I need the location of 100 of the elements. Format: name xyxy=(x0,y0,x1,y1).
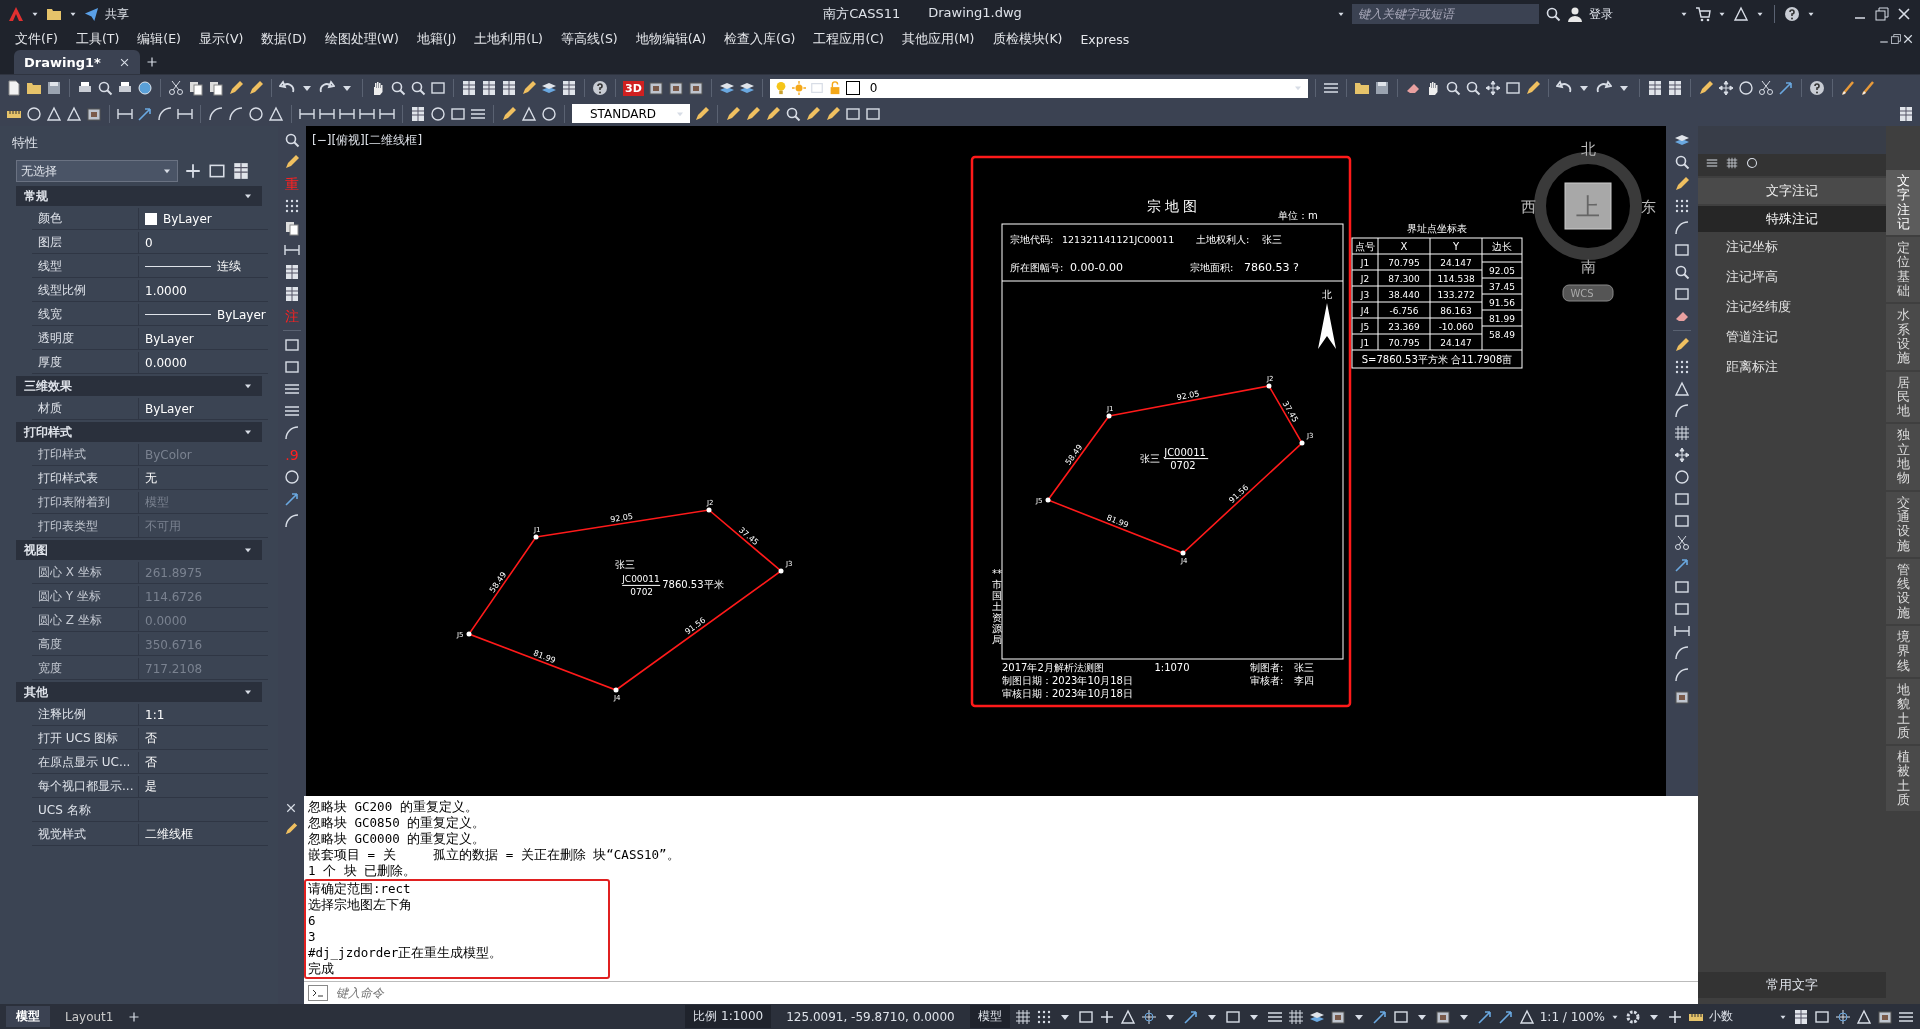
pencil-icon[interactable] xyxy=(765,105,781,122)
menu-item[interactable]: 地物编辑(A) xyxy=(626,30,715,48)
property-value[interactable]: 1.0000 xyxy=(139,280,263,301)
square-icon[interactable] xyxy=(845,105,861,122)
menu-item[interactable]: Express xyxy=(1071,31,1139,47)
copy-icon[interactable] xyxy=(284,220,300,236)
table-icon[interactable] xyxy=(481,80,497,96)
layout-tab[interactable]: 模型 xyxy=(6,1006,50,1027)
property-value[interactable]: ByLayer xyxy=(139,328,263,349)
arrow-icon[interactable] xyxy=(1674,557,1690,573)
category-tab[interactable]: 水系设施 xyxy=(1886,304,1920,370)
arrow-icon[interactable] xyxy=(137,105,153,122)
share-icon[interactable] xyxy=(84,6,99,22)
table-icon[interactable] xyxy=(1666,80,1683,96)
category-tab[interactable]: 植被土质 xyxy=(1886,746,1920,812)
table-icon[interactable] xyxy=(461,80,477,96)
square-icon[interactable] xyxy=(1674,579,1690,595)
move-icon[interactable] xyxy=(1674,447,1690,463)
arrow-icon[interactable] xyxy=(1777,80,1794,96)
property-value[interactable]: 1:1 xyxy=(139,704,263,725)
text-style-dropdown[interactable]: STANDARD xyxy=(572,104,690,123)
section-header[interactable]: 三维效果 xyxy=(16,376,262,396)
circle-icon[interactable] xyxy=(26,105,42,122)
dots-icon[interactable] xyxy=(1674,198,1690,214)
folder-icon[interactable] xyxy=(46,6,62,22)
login-link[interactable]: 登录 xyxy=(1589,5,1613,23)
user-icon[interactable] xyxy=(1567,6,1583,22)
lines-icon[interactable] xyxy=(284,403,300,419)
menu-item[interactable]: 绘图处理(W) xyxy=(315,30,408,48)
property-value[interactable]: ByLayer xyxy=(139,208,263,229)
arrow-icon[interactable] xyxy=(1476,1008,1493,1025)
triangle-icon[interactable] xyxy=(521,105,537,122)
square-icon[interactable] xyxy=(1674,242,1690,258)
close-icon[interactable] xyxy=(1902,33,1914,45)
arc-icon[interactable] xyxy=(284,513,300,529)
menu-item[interactable]: 等高线(S) xyxy=(552,30,627,48)
square-icon[interactable] xyxy=(1814,1008,1830,1025)
compass-label[interactable]: 西 xyxy=(1520,198,1536,216)
plus-icon[interactable] xyxy=(128,1010,141,1023)
category-tab[interactable]: 居民地 xyxy=(1886,371,1920,423)
arc-icon[interactable] xyxy=(228,105,244,122)
menu-item[interactable]: 地籍(J) xyxy=(407,30,466,48)
circle-icon[interactable] xyxy=(1674,469,1690,485)
help-icon[interactable] xyxy=(592,80,608,96)
cube-icon[interactable] xyxy=(86,105,102,122)
folder-icon[interactable] xyxy=(26,80,42,96)
arrow-icon[interactable] xyxy=(1182,1008,1199,1025)
dots-icon[interactable] xyxy=(1674,359,1690,375)
dimension-icon[interactable] xyxy=(1674,623,1690,639)
dimension-icon[interactable] xyxy=(284,242,300,258)
section-header[interactable]: 常规 xyxy=(16,186,262,206)
move-icon[interactable] xyxy=(1484,80,1501,96)
section-header[interactable]: 视图 xyxy=(16,540,262,560)
property-value[interactable]: 否 xyxy=(139,728,263,749)
property-value[interactable]: 连续 xyxy=(139,256,263,277)
logo-icon[interactable] xyxy=(8,6,24,22)
square-icon[interactable] xyxy=(208,162,226,180)
table-icon[interactable] xyxy=(1646,80,1663,96)
search-icon[interactable] xyxy=(97,80,113,96)
menu-item[interactable]: 显示(V) xyxy=(190,30,253,48)
search-icon[interactable] xyxy=(410,80,426,96)
search-icon[interactable] xyxy=(390,80,406,96)
close-icon[interactable] xyxy=(285,802,297,814)
search-icon[interactable] xyxy=(1444,80,1461,96)
prompt-icon[interactable] xyxy=(308,985,328,1001)
compass-label[interactable]: 北 xyxy=(1580,140,1596,158)
layers-icon[interactable] xyxy=(541,80,557,96)
circle-icon[interactable] xyxy=(1746,157,1758,169)
pencil-icon[interactable] xyxy=(284,822,298,836)
table-icon[interactable] xyxy=(1898,105,1914,122)
table-icon[interactable] xyxy=(284,286,300,302)
arrow-icon[interactable] xyxy=(1371,1008,1388,1025)
property-value[interactable]: ByLayer xyxy=(139,398,263,419)
triangle-icon[interactable] xyxy=(1518,1008,1535,1025)
category-tab[interactable]: 交通设施 xyxy=(1886,491,1920,557)
share-label[interactable]: 共享 xyxy=(105,5,129,23)
square-icon[interactable] xyxy=(284,359,300,375)
close-icon[interactable] xyxy=(1896,6,1912,22)
table-icon[interactable] xyxy=(501,80,517,96)
3d-button[interactable]: 3D xyxy=(623,80,644,96)
brush-icon[interactable] xyxy=(1859,80,1876,96)
brush-icon[interactable] xyxy=(1839,80,1856,96)
pencil-icon[interactable] xyxy=(284,154,300,170)
cube-icon[interactable] xyxy=(1877,1008,1893,1025)
square-icon[interactable] xyxy=(1674,491,1690,507)
settings-icon[interactable] xyxy=(1625,1008,1641,1025)
menu-item[interactable]: 编辑(E) xyxy=(128,30,190,48)
scale-label[interactable]: 比例 1:1000 xyxy=(685,1005,772,1028)
pencil-icon[interactable] xyxy=(825,105,841,122)
scissors-icon[interactable] xyxy=(1757,80,1774,96)
compass-rose-icon[interactable] xyxy=(1140,1008,1157,1025)
search-icon[interactable] xyxy=(1464,80,1481,96)
plus-icon[interactable] xyxy=(184,162,202,180)
pencil-icon[interactable] xyxy=(805,105,821,122)
menu-item[interactable]: 工程应用(C) xyxy=(804,30,893,48)
scissors-icon[interactable] xyxy=(1674,535,1690,551)
plus-icon[interactable] xyxy=(1667,1008,1683,1025)
layout-tab[interactable]: Layout1 xyxy=(55,1007,124,1026)
arc-icon[interactable] xyxy=(157,105,173,122)
pencil-icon[interactable] xyxy=(521,80,537,96)
